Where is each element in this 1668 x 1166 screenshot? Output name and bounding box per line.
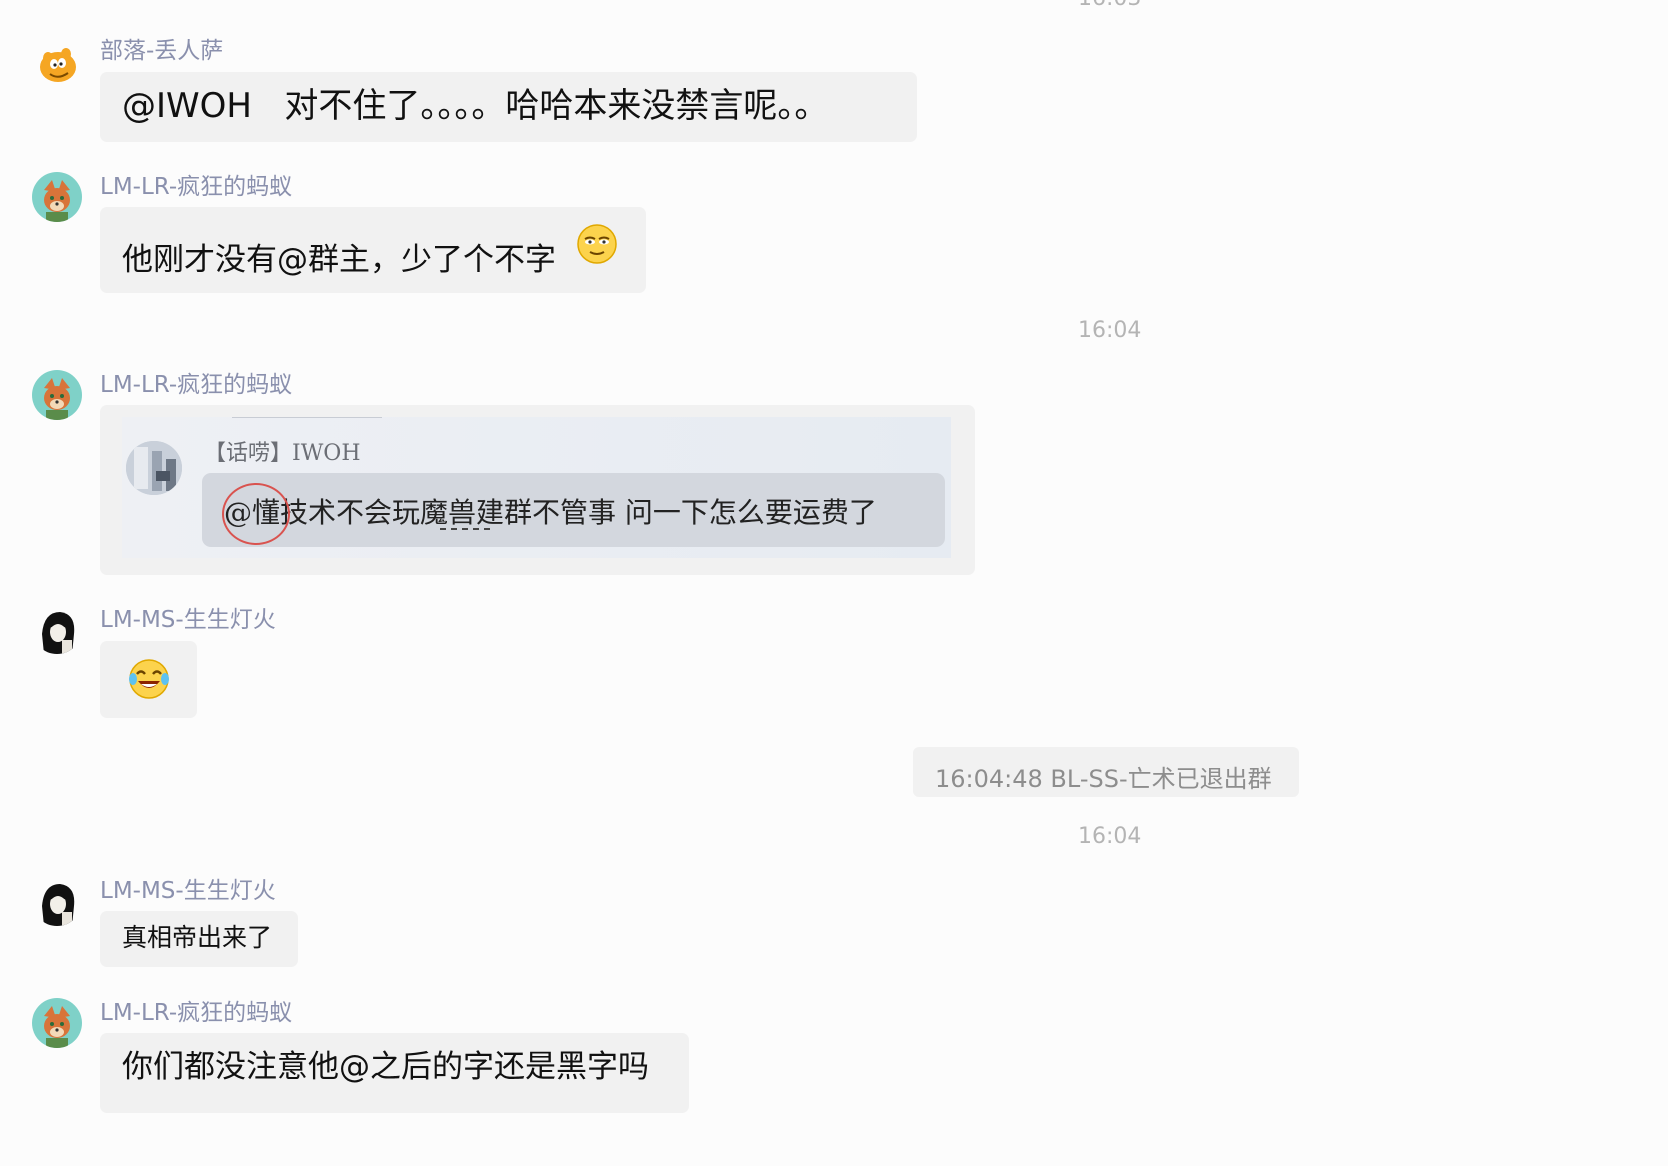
message-bubble[interactable]: 你们都没注意他@之后的字还是黑字吗	[100, 1033, 689, 1113]
message-bubble[interactable]: 【话唠】IWOH @懂技术不会玩魔兽建群不管事 问一下怎么要运费了	[100, 405, 975, 575]
timestamp-partial: 16:03	[1078, 0, 1141, 11]
squint-emoji-icon	[576, 223, 618, 269]
sender-name: 部落-丢人萨	[100, 38, 224, 64]
message-bubble[interactable]	[100, 641, 197, 718]
image-edge-line	[232, 417, 382, 418]
sender-name: LM-MS-生生灯火	[100, 878, 276, 904]
sender-name: LM-MS-生生灯火	[100, 607, 276, 633]
avatar-dark-character[interactable]	[32, 604, 82, 654]
avatar-dark-character[interactable]	[32, 876, 82, 926]
sender-name: LM-LR-疯狂的蚂蚁	[100, 372, 293, 398]
underline-mark	[440, 528, 490, 530]
message-bubble[interactable]: 他刚才没有@群主，少了个不字	[100, 207, 646, 293]
tears-of-joy-emoji-icon	[127, 657, 171, 705]
timestamp: 16:04	[1078, 318, 1142, 343]
avatar-garfield[interactable]	[32, 40, 82, 90]
message-text: 真相帝出来了	[122, 923, 273, 952]
message-bubble[interactable]: @IWOH 对不住了。。。。哈哈本来没禁言呢。。	[100, 72, 917, 142]
quoted-avatar	[126, 441, 182, 495]
avatar-fox[interactable]	[32, 998, 82, 1048]
timestamp: 16:04	[1078, 824, 1142, 849]
sender-name: LM-LR-疯狂的蚂蚁	[100, 174, 293, 200]
screenshot-image[interactable]: 【话唠】IWOH @懂技术不会玩魔兽建群不管事 问一下怎么要运费了	[122, 417, 951, 558]
sender-name: LM-LR-疯狂的蚂蚁	[100, 1000, 293, 1026]
system-notice-text: 16:04:48 BL-SS-亡术已退出群	[935, 765, 1272, 793]
message-text: 他刚才没有@群主，少了个不字	[122, 242, 556, 278]
message-bubble[interactable]: 真相帝出来了	[100, 911, 298, 967]
message-text: @IWOH 对不住了。。。。哈哈本来没禁言呢。。	[122, 86, 829, 126]
quoted-bubble: @懂技术不会玩魔兽建群不管事 问一下怎么要运费了	[202, 473, 945, 547]
highlight-circle	[222, 483, 290, 545]
avatar-fox[interactable]	[32, 172, 82, 222]
quoted-sender: 【话唠】IWOH	[204, 441, 361, 466]
system-notice: 16:04:48 BL-SS-亡术已退出群	[913, 747, 1299, 797]
message-text: 你们都没注意他@之后的字还是黑字吗	[122, 1049, 649, 1085]
avatar-fox[interactable]	[32, 370, 82, 420]
quoted-text: @懂技术不会玩魔兽建群不管事 问一下怎么要运费了	[224, 496, 877, 529]
